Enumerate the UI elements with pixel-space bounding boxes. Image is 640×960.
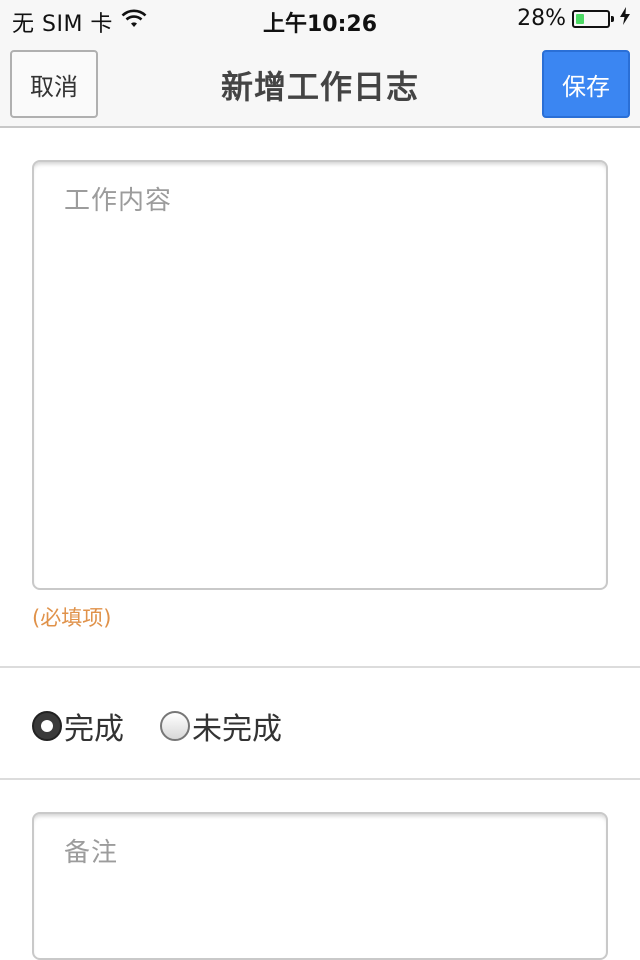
battery-icon (572, 9, 614, 28)
bolt-icon (620, 7, 630, 30)
status-right: 28% (517, 6, 630, 31)
remark-textarea[interactable]: 备注 (32, 812, 608, 960)
save-button[interactable]: 保存 (542, 50, 630, 118)
status-radio-group: 完成 未完成 (32, 704, 318, 748)
battery-percent: 28% (517, 6, 566, 31)
required-note: (必填项) (32, 606, 112, 630)
radio-label-done: 完成 (64, 712, 124, 747)
divider (0, 778, 640, 780)
radio-checked-icon[interactable] (32, 711, 62, 741)
nav-bar: 取消 新增工作日志 保存 (0, 40, 640, 128)
radio-option-undone[interactable]: 未完成 (160, 704, 282, 748)
status-bar: 无 SIM 卡 上午10:26 28% (0, 0, 640, 40)
remark-placeholder: 备注 (64, 838, 119, 868)
radio-label-undone: 未完成 (192, 712, 282, 747)
radio-unchecked-icon[interactable] (160, 711, 190, 741)
work-content-textarea[interactable]: 工作内容 (32, 160, 608, 590)
divider (0, 666, 640, 668)
work-content-placeholder: 工作内容 (64, 186, 173, 216)
battery-fill (576, 13, 584, 24)
radio-option-done[interactable]: 完成 (32, 704, 124, 748)
